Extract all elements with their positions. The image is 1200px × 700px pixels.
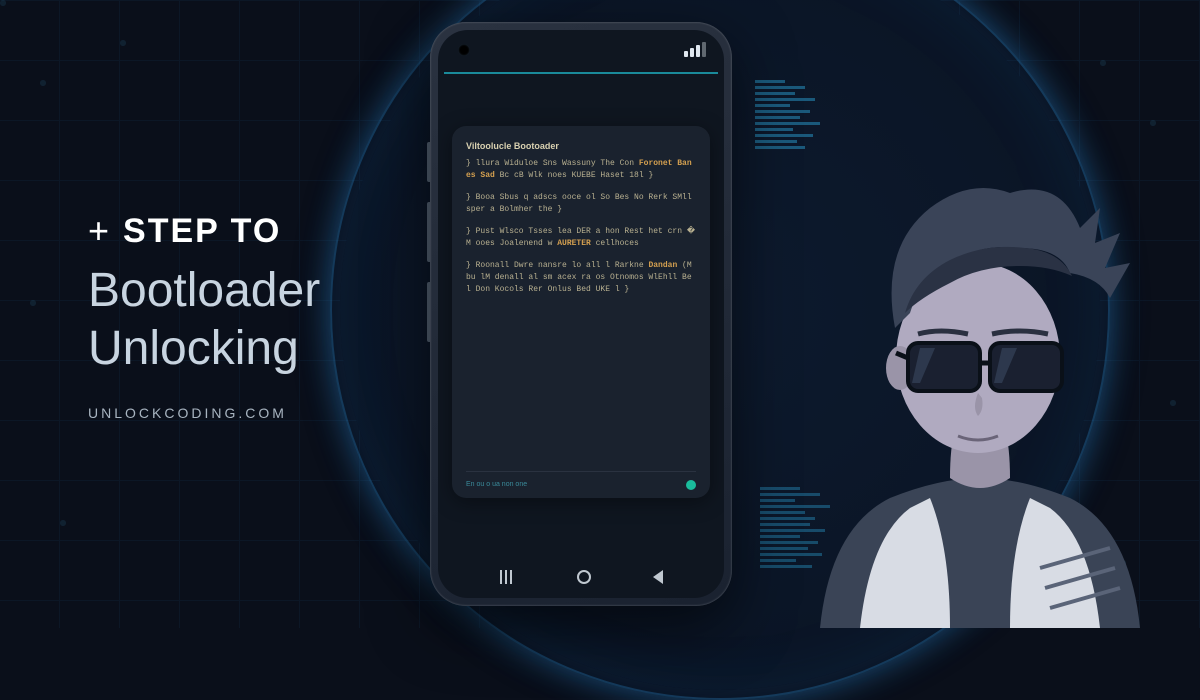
equalizer-top xyxy=(755,80,820,149)
status-dot-icon xyxy=(686,480,696,490)
plus-icon: + xyxy=(88,210,111,252)
phone-side-button xyxy=(427,142,430,182)
phone-screen: Viltoolucle Bootoader } llura Widuloe Sn… xyxy=(438,30,724,598)
bootloader-card: Viltoolucle Bootoader } llura Widuloe Sn… xyxy=(452,126,710,498)
screen-divider xyxy=(444,72,718,74)
nav-home-icon[interactable] xyxy=(577,570,591,584)
phone-mockup: Viltoolucle Bootoader } llura Widuloe Sn… xyxy=(430,22,732,606)
card-para-3: } Pust Wlsco Tsses lea DER a hon Rest he… xyxy=(466,226,696,250)
camera-hole xyxy=(458,44,470,56)
avatar-illustration xyxy=(800,148,1160,628)
step-to-line: + STEP TO xyxy=(88,210,320,252)
card-para-4: } Roonall Dwre nansre lo all l Rarkne Da… xyxy=(466,260,696,296)
headline-block: + STEP TO Bootloader Unlocking UNLOCKCOD… xyxy=(88,210,320,421)
card-para-1: } llura Widuloe Sns Wassuny The Con Foro… xyxy=(466,158,696,182)
title-line-1: Bootloader xyxy=(88,262,320,320)
card-footer-text: En ou o ua non one xyxy=(466,480,527,491)
card-para-2: } Booa Sbus q adscs ooce ol So Bes No Re… xyxy=(466,192,696,216)
android-nav-bar xyxy=(438,570,724,584)
nav-back-icon[interactable] xyxy=(653,570,663,584)
card-title: Viltoolucle Bootoader xyxy=(466,140,696,154)
signal-icon xyxy=(684,42,706,57)
phone-volume-up xyxy=(427,202,430,262)
nav-recent-icon[interactable] xyxy=(500,570,516,584)
site-url: UNLOCKCODING.COM xyxy=(88,405,320,421)
main-title: Bootloader Unlocking xyxy=(88,262,320,377)
step-to-text: STEP TO xyxy=(123,212,281,251)
card-footer: En ou o ua non one xyxy=(466,471,696,491)
phone-volume-down xyxy=(427,282,430,342)
title-line-2: Unlocking xyxy=(88,320,320,378)
